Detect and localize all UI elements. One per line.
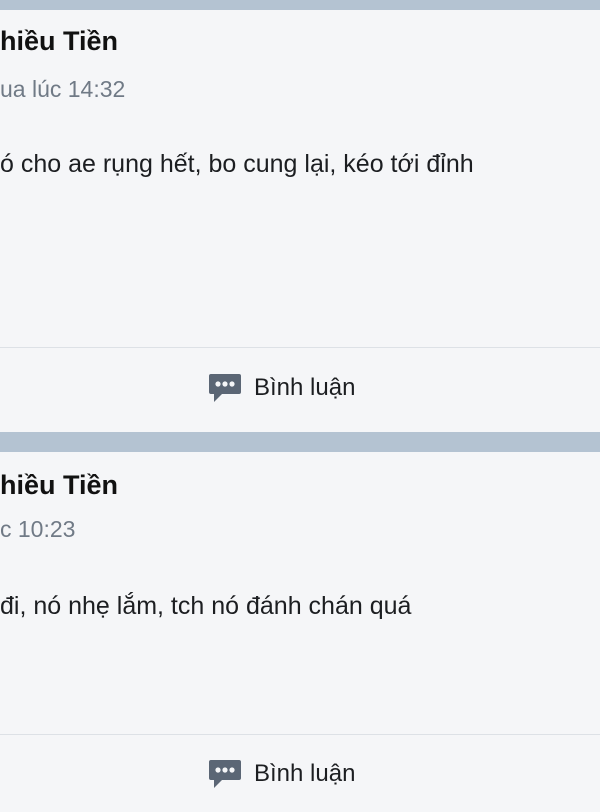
post-content: ó cho ae rụng hết, bo cung lại, kéo tới … xyxy=(0,150,474,178)
comment-button-label: Bình luận xyxy=(254,374,356,401)
comment-button[interactable]: Bình luận xyxy=(208,370,355,406)
feed-post: hiều Tiền c 10:23 đi, nó nhẹ lắm, tch nó… xyxy=(0,452,600,812)
post-divider xyxy=(0,347,600,348)
comment-bubble-icon xyxy=(209,760,241,788)
post-author-name[interactable]: hiều Tiền xyxy=(0,26,118,57)
post-timestamp[interactable]: ua lúc 14:32 xyxy=(0,76,125,103)
post-timestamp[interactable]: c 10:23 xyxy=(0,516,75,543)
comment-button[interactable]: Bình luận xyxy=(208,756,355,792)
post-divider xyxy=(0,734,600,735)
post-content: đi, nó nhẹ lắm, tch nó đánh chán quá xyxy=(0,592,412,620)
post-author-name[interactable]: hiều Tiền xyxy=(0,470,118,501)
feed-post: hiều Tiền ua lúc 14:32 ó cho ae rụng hết… xyxy=(0,10,600,432)
comment-button-label: Bình luận xyxy=(254,760,356,787)
comment-bubble-icon xyxy=(209,374,241,402)
news-feed: hiều Tiền ua lúc 14:32 ó cho ae rụng hết… xyxy=(0,0,600,812)
